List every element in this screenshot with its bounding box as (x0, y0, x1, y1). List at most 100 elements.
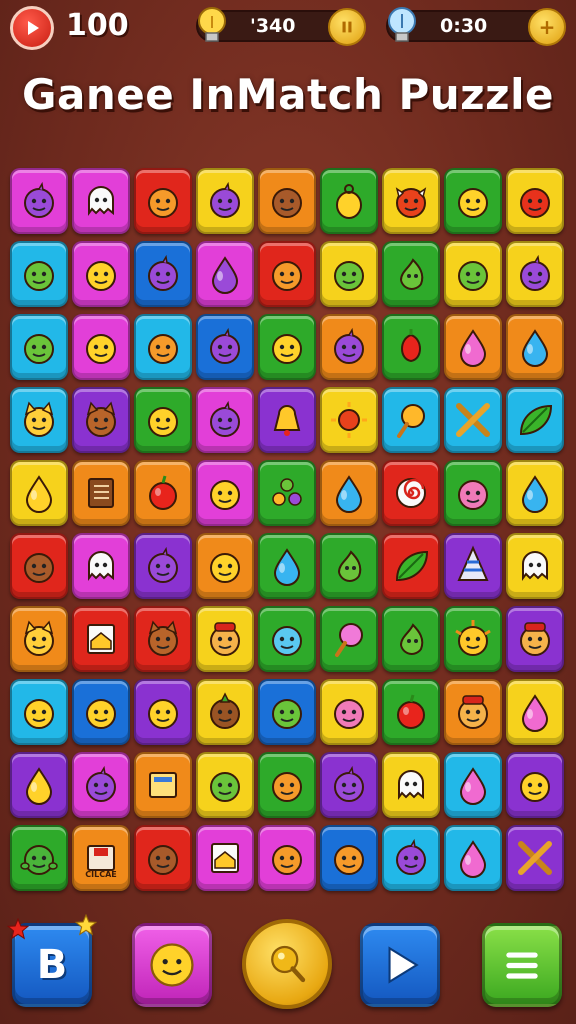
game-tile[interactable] (258, 241, 316, 307)
game-tile[interactable] (258, 387, 316, 453)
game-tile[interactable] (506, 387, 564, 453)
game-tile[interactable] (72, 679, 130, 745)
game-tile[interactable] (320, 533, 378, 599)
game-tile[interactable] (196, 241, 254, 307)
game-tile[interactable] (506, 752, 564, 818)
game-tile[interactable] (444, 533, 502, 599)
game-tile[interactable] (10, 168, 68, 234)
game-tile[interactable] (10, 679, 68, 745)
game-tile[interactable] (72, 241, 130, 307)
game-tile[interactable] (10, 533, 68, 599)
game-tile[interactable] (382, 606, 440, 672)
game-tile[interactable] (72, 314, 130, 380)
game-tile[interactable] (382, 387, 440, 453)
game-tile[interactable] (72, 533, 130, 599)
game-tile[interactable] (506, 533, 564, 599)
game-tile[interactable] (382, 752, 440, 818)
game-tile[interactable] (506, 314, 564, 380)
game-tile[interactable] (258, 606, 316, 672)
game-tile[interactable] (134, 679, 192, 745)
game-tile[interactable] (196, 387, 254, 453)
game-tile[interactable] (10, 825, 68, 891)
game-tile[interactable] (134, 460, 192, 526)
game-tile[interactable] (382, 241, 440, 307)
game-tile[interactable] (196, 606, 254, 672)
game-tile[interactable] (10, 752, 68, 818)
game-tile[interactable] (506, 168, 564, 234)
game-tile[interactable] (506, 460, 564, 526)
game-tile[interactable] (258, 825, 316, 891)
game-tile[interactable] (196, 460, 254, 526)
game-tile[interactable] (72, 168, 130, 234)
game-tile[interactable] (196, 314, 254, 380)
game-tile[interactable] (320, 314, 378, 380)
game-tile[interactable] (382, 168, 440, 234)
game-tile[interactable] (10, 241, 68, 307)
game-tile[interactable] (382, 679, 440, 745)
brown-face-icon (24, 553, 54, 583)
game-tile[interactable] (196, 679, 254, 745)
game-tile[interactable] (444, 752, 502, 818)
game-tile[interactable] (320, 460, 378, 526)
game-tile[interactable] (258, 314, 316, 380)
game-tile[interactable] (134, 387, 192, 453)
game-tile[interactable] (320, 168, 378, 234)
pink-lolly-icon (335, 623, 363, 657)
game-tile[interactable] (382, 314, 440, 380)
game-tile[interactable] (134, 825, 192, 891)
game-tile[interactable] (320, 679, 378, 745)
game-tile[interactable] (134, 533, 192, 599)
game-tile[interactable] (506, 825, 564, 891)
play-button[interactable] (10, 6, 54, 50)
game-tile[interactable] (10, 387, 68, 453)
game-tile[interactable] (444, 387, 502, 453)
game-tile[interactable] (134, 241, 192, 307)
game-tile[interactable] (134, 168, 192, 234)
game-tile[interactable] (196, 168, 254, 234)
game-tile[interactable] (196, 825, 254, 891)
next-button[interactable] (360, 923, 440, 1007)
face-booster-button[interactable] (132, 923, 212, 1007)
game-tile[interactable] (72, 606, 130, 672)
game-tile[interactable] (258, 679, 316, 745)
game-tile[interactable] (506, 606, 564, 672)
game-tile[interactable] (506, 241, 564, 307)
game-tile[interactable] (196, 533, 254, 599)
game-tile[interactable] (444, 606, 502, 672)
game-tile[interactable] (320, 241, 378, 307)
game-tile[interactable] (72, 460, 130, 526)
game-tile[interactable] (72, 752, 130, 818)
menu-button[interactable] (482, 923, 562, 1007)
coin-hint-button[interactable] (242, 919, 332, 1009)
game-tile[interactable] (320, 825, 378, 891)
game-tile[interactable] (444, 825, 502, 891)
game-tile[interactable] (444, 241, 502, 307)
game-tile[interactable] (382, 533, 440, 599)
game-tile[interactable] (382, 460, 440, 526)
game-tile[interactable] (444, 679, 502, 745)
game-tile[interactable] (258, 460, 316, 526)
add-coins-button[interactable]: + (528, 8, 566, 46)
game-tile[interactable] (320, 606, 378, 672)
game-tile[interactable] (382, 825, 440, 891)
game-tile[interactable] (10, 314, 68, 380)
game-tile[interactable] (258, 752, 316, 818)
game-tile[interactable] (134, 314, 192, 380)
game-tile[interactable] (320, 752, 378, 818)
game-tile[interactable] (506, 679, 564, 745)
game-tile[interactable] (258, 533, 316, 599)
game-tile[interactable] (444, 460, 502, 526)
game-tile[interactable] (72, 387, 130, 453)
game-tile[interactable] (258, 168, 316, 234)
game-tile[interactable] (444, 314, 502, 380)
game-tile[interactable] (320, 387, 378, 453)
pause-button[interactable] (328, 8, 366, 46)
game-tile[interactable] (134, 606, 192, 672)
game-tile[interactable] (134, 752, 192, 818)
game-tile[interactable]: CILCAE (72, 825, 130, 891)
game-tile[interactable] (10, 606, 68, 672)
b-booster-button[interactable]: B (7, 914, 97, 1007)
game-tile[interactable] (196, 752, 254, 818)
game-tile[interactable] (10, 460, 68, 526)
game-tile[interactable] (444, 168, 502, 234)
